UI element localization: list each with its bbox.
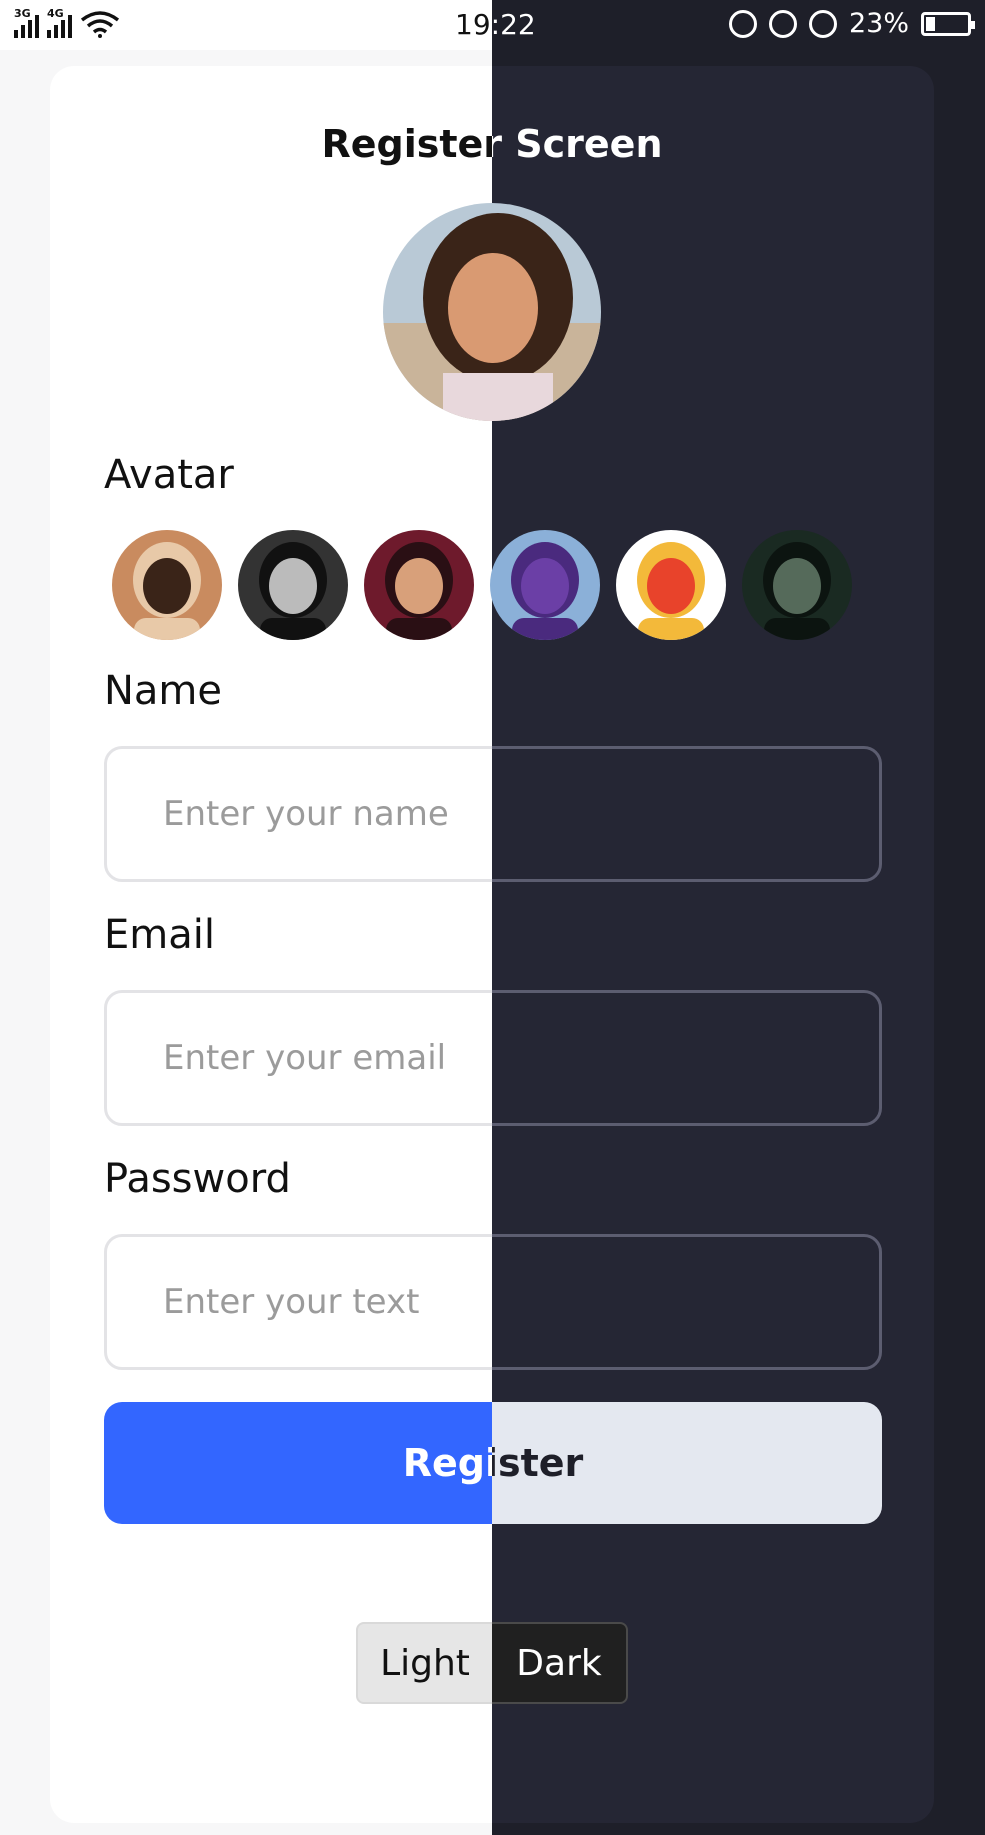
theme-light-option[interactable]: Light bbox=[358, 1624, 492, 1702]
signal-indicators: 3G 4G bbox=[14, 7, 120, 38]
avatar-label: Avatar bbox=[104, 452, 234, 498]
wifi-icon bbox=[80, 11, 120, 38]
mute-icon bbox=[728, 9, 757, 38]
signal-3g-label: 3G bbox=[14, 7, 31, 20]
avatar-option-4[interactable] bbox=[492, 530, 600, 640]
signal-4g-label: 4G bbox=[47, 7, 64, 20]
man-smiling-bw-avatar-icon bbox=[238, 530, 348, 640]
password-label: Password bbox=[104, 1156, 291, 1202]
avatar-option-5[interactable] bbox=[616, 530, 726, 640]
teletubby-avatar-icon bbox=[492, 530, 600, 640]
avatar-option-1[interactable] bbox=[112, 530, 222, 640]
name-label: Name bbox=[104, 668, 223, 714]
avatar-option-6[interactable] bbox=[742, 530, 852, 640]
email-label: Email bbox=[104, 912, 215, 958]
theme-dark-option[interactable]: Dark bbox=[492, 1624, 626, 1702]
avatar-option-2[interactable] bbox=[238, 530, 348, 640]
game-character-avatar-icon bbox=[742, 530, 852, 640]
avatar-option-3[interactable] bbox=[364, 530, 474, 640]
rotation-lock-icon bbox=[768, 9, 797, 38]
man-dark-red-avatar-icon bbox=[364, 530, 474, 640]
anpanman-avatar-icon bbox=[616, 530, 726, 640]
alarm-icon bbox=[808, 9, 837, 38]
signal-3g-icon: 3G bbox=[14, 7, 39, 38]
battery-percent: 23% bbox=[848, 8, 909, 39]
status-right: 23% bbox=[728, 8, 975, 39]
woman-portrait-avatar-icon bbox=[112, 530, 222, 640]
signal-4g-icon: 4G bbox=[47, 7, 72, 38]
battery-icon bbox=[921, 11, 975, 36]
